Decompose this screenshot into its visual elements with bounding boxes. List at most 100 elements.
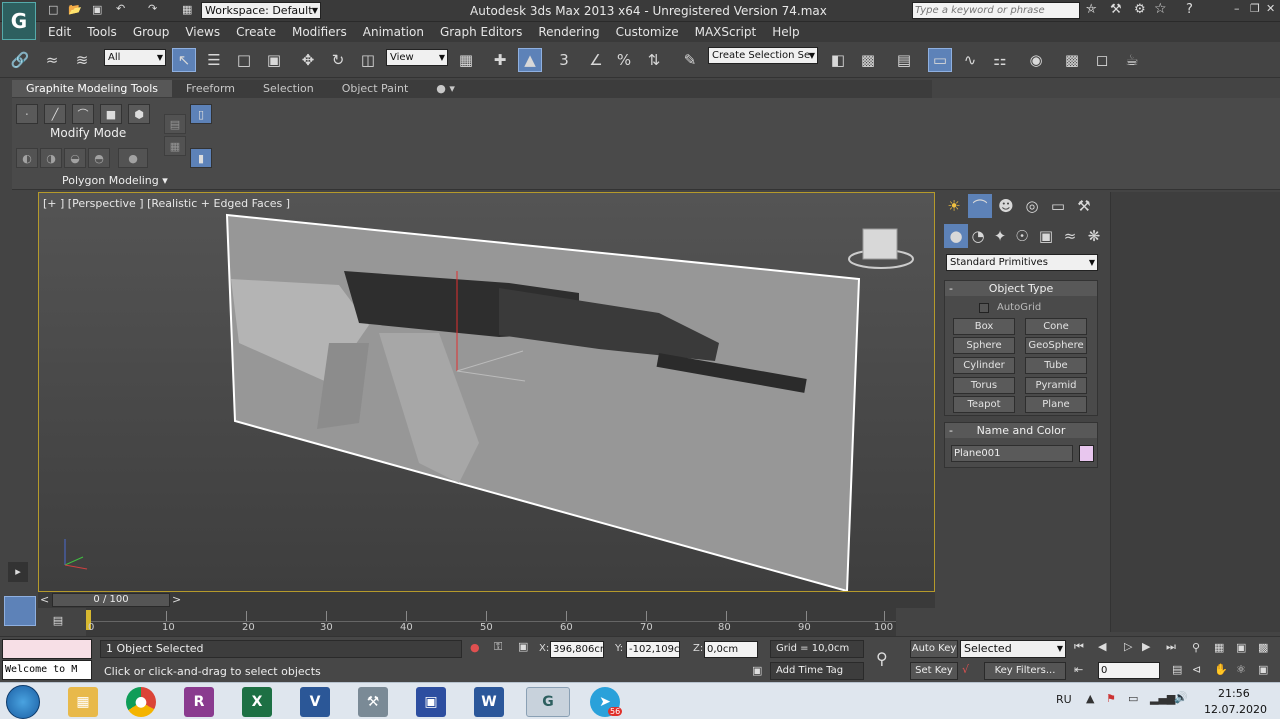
selection-lock-icon[interactable]: ⚿ xyxy=(494,640,502,654)
pyramid-button[interactable]: Pyramid xyxy=(1025,377,1087,394)
3dsmax-taskbar-icon[interactable]: G xyxy=(526,687,570,717)
ribbon-side-4-icon[interactable]: ▮ xyxy=(190,148,212,168)
key-filters-button[interactable]: Key Filters... xyxy=(984,662,1066,680)
app-logo-icon[interactable]: G xyxy=(2,2,36,40)
helpers-icon[interactable]: ▣ xyxy=(1034,224,1058,248)
default-tangents-icon[interactable]: √ xyxy=(962,663,969,676)
minimize-icon[interactable]: – xyxy=(1234,2,1240,15)
render-production-icon[interactable]: ☕ xyxy=(1120,48,1144,72)
rotate-icon[interactable]: ↻ xyxy=(326,48,350,72)
subscription-icon[interactable]: ⚒ xyxy=(1110,2,1122,17)
open-file-icon[interactable]: 📂 xyxy=(68,3,82,16)
pivot-center-icon[interactable]: ▦ xyxy=(454,48,478,72)
reference-coordinate-dropdown[interactable]: View xyxy=(386,49,448,66)
mirror-icon[interactable]: ◧ xyxy=(826,48,850,72)
favorites-star-icon[interactable]: ☆ xyxy=(1154,1,1167,17)
ribbon-side-3-icon[interactable]: ▯ xyxy=(190,104,212,124)
lights-icon[interactable]: ✦ xyxy=(988,224,1012,248)
tray-expand-icon[interactable]: ▲ xyxy=(1086,692,1094,705)
clock-date[interactable]: 12.07.2020 xyxy=(1204,703,1267,716)
motion-tab-icon[interactable]: ◎ xyxy=(1020,194,1044,218)
menu-rendering[interactable]: Rendering xyxy=(530,22,607,42)
chrome-icon[interactable]: ● xyxy=(126,687,156,717)
bind-spacewarp-icon[interactable]: ≋ xyxy=(70,48,94,72)
track-bar[interactable]: 0 10 20 30 40 50 60 70 80 90 100 xyxy=(86,608,896,636)
edit-named-selection-icon[interactable]: ✎ xyxy=(678,48,702,72)
ribbon-tool-3-icon[interactable]: ◒ xyxy=(64,148,86,168)
mini-curve-editor-icon[interactable]: ▤ xyxy=(48,614,68,632)
absolute-mode-icon[interactable]: ▣ xyxy=(518,640,528,653)
menu-customize[interactable]: Customize xyxy=(608,22,687,42)
viewport-thumb-icon[interactable] xyxy=(4,596,36,626)
time-slider[interactable]: < 0 / 100 > xyxy=(38,592,935,608)
vertex-mode-icon[interactable]: ⋅ xyxy=(16,104,38,124)
tab-object-paint[interactable]: Object Paint xyxy=(328,80,423,97)
torus-button[interactable]: Torus xyxy=(953,377,1015,394)
polygon-mode-icon[interactable]: ■ xyxy=(100,104,122,124)
graphite-toggle-icon[interactable]: ▭ xyxy=(928,48,952,72)
start-button-icon[interactable] xyxy=(6,685,40,719)
pan-icon[interactable]: ✋ xyxy=(1214,663,1228,676)
sphere-button[interactable]: Sphere xyxy=(953,337,1015,354)
undo-icon[interactable]: ↶ xyxy=(116,2,125,15)
element-mode-icon[interactable]: ⬢ xyxy=(128,104,150,124)
y-coord-field[interactable]: -102,109cr xyxy=(626,641,680,658)
x-coord-field[interactable]: 396,806cm xyxy=(550,641,604,658)
clock-time[interactable]: 21:56 xyxy=(1218,687,1250,700)
tab-graphite-modeling[interactable]: Graphite Modeling Tools xyxy=(12,80,173,97)
explorer-icon[interactable]: ▦ xyxy=(68,687,98,717)
orbit-icon[interactable]: ⚛ xyxy=(1236,663,1246,676)
time-next-icon[interactable]: > xyxy=(172,593,181,606)
menu-edit[interactable]: Edit xyxy=(40,22,79,42)
goto-start-icon[interactable]: ⏮ xyxy=(1074,640,1084,654)
display-tab-icon[interactable]: ▭ xyxy=(1046,194,1070,218)
save-file-icon[interactable]: ▣ xyxy=(92,3,102,16)
tube-button[interactable]: Tube xyxy=(1025,357,1087,374)
perspective-viewport[interactable]: [+ ] [Perspective ] [Realistic + Edged F… xyxy=(38,192,935,592)
rendered-frame-icon[interactable]: ◻ xyxy=(1090,48,1114,72)
polygon-modeling-panel-label[interactable]: Polygon Modeling ▾ xyxy=(62,174,168,187)
play-icon[interactable]: ▷ xyxy=(1124,640,1132,653)
border-mode-icon[interactable]: ⌒ xyxy=(72,104,94,124)
named-selection-set-dropdown[interactable]: Create Selection Se xyxy=(708,47,818,64)
select-manipulate-icon[interactable]: ✚ xyxy=(488,48,512,72)
menu-views[interactable]: Views xyxy=(177,22,228,42)
edge-mode-icon[interactable]: ╱ xyxy=(44,104,66,124)
excel-icon[interactable]: X xyxy=(242,687,272,717)
redo-icon[interactable]: ↷ xyxy=(148,2,157,15)
maximize-viewport-icon[interactable]: ▣ xyxy=(1258,663,1268,676)
ribbon-tool-2-icon[interactable]: ◑ xyxy=(40,148,62,168)
scale-icon[interactable]: ◫ xyxy=(356,48,380,72)
cameras-icon[interactable]: ☉ xyxy=(1010,224,1034,248)
select-link-icon[interactable]: 🔗 xyxy=(8,48,32,72)
maxscript-listener-field[interactable]: Welcome to M xyxy=(2,660,92,680)
goto-end-icon[interactable]: ⏭ xyxy=(1166,640,1176,654)
box-button[interactable]: Box xyxy=(953,318,1015,335)
spacewarps-icon[interactable]: ≈ xyxy=(1058,224,1082,248)
zoom-all-icon[interactable]: ▦ xyxy=(1214,641,1224,654)
menu-maxscript[interactable]: MAXScript xyxy=(687,22,765,42)
move-icon[interactable]: ✥ xyxy=(296,48,320,72)
language-indicator[interactable]: RU xyxy=(1056,693,1072,706)
close-icon[interactable]: ✕ xyxy=(1266,2,1275,15)
primitive-category-dropdown[interactable]: Standard Primitives xyxy=(946,254,1098,271)
create-tab-icon[interactable]: ☀ xyxy=(942,194,966,218)
menu-group[interactable]: Group xyxy=(125,22,178,42)
ribbon-options-icon[interactable]: ● ▾ xyxy=(422,80,469,97)
select-object-icon[interactable]: ↖ xyxy=(172,48,196,72)
tray-flag-icon[interactable]: ⚑ xyxy=(1106,692,1116,705)
ribbon-side-1-icon[interactable]: ▤ xyxy=(164,114,186,134)
restore-icon[interactable]: ❐ xyxy=(1250,2,1260,15)
next-frame-icon[interactable]: ▶ xyxy=(1142,640,1150,653)
plane-button[interactable]: Plane xyxy=(1025,396,1087,413)
communication-icon[interactable]: ⚙ xyxy=(1134,2,1146,17)
render-setup-icon[interactable]: ▩ xyxy=(1060,48,1084,72)
modify-tab-icon[interactable]: ⌒ xyxy=(968,194,992,218)
keyboard-shortcut-override-icon[interactable]: ▲ xyxy=(518,48,542,72)
ribbon-side-2-icon[interactable]: ▦ xyxy=(164,136,186,156)
schematic-view-icon[interactable]: ⚏ xyxy=(988,48,1012,72)
systems-icon[interactable]: ❋ xyxy=(1082,224,1106,248)
zoom-icon[interactable]: ⚲ xyxy=(1192,641,1200,654)
menu-graph-editors[interactable]: Graph Editors xyxy=(432,22,530,42)
floppy-app-icon[interactable]: ▣ xyxy=(416,687,446,717)
